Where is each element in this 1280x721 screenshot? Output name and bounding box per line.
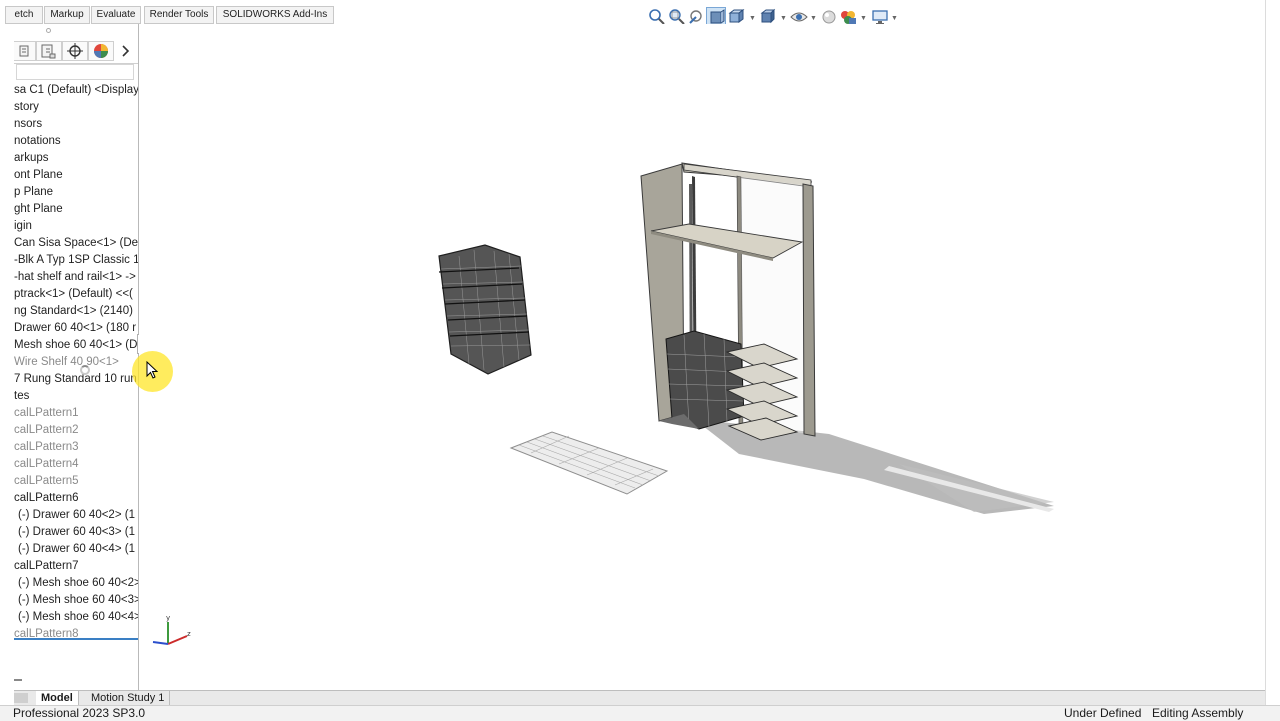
- status-definition: Under Defined: [1064, 706, 1142, 720]
- tab-motion-study-1[interactable]: Motion Study 1: [86, 691, 171, 705]
- configuration-manager-tab[interactable]: [62, 41, 88, 61]
- tab-sketch[interactable]: etch: [5, 6, 43, 24]
- feature-manager-panel: sa C1 (Default) <Display story nsors not…: [14, 24, 139, 690]
- tree-item-mates[interactable]: tes: [14, 388, 29, 405]
- panel-horizontal-scrollbar[interactable]: [14, 679, 22, 681]
- property-manager-tab[interactable]: [36, 41, 62, 61]
- drawer-stack-component[interactable]: [438, 244, 532, 375]
- svg-text:z: z: [187, 630, 191, 638]
- graphics-area[interactable]: y z: [139, 24, 1265, 690]
- tab-evaluate[interactable]: Evaluate: [91, 6, 141, 24]
- axis-triad-icon: y z: [147, 612, 195, 652]
- cabinet-component[interactable]: [640, 162, 816, 441]
- task-pane-edge: [1265, 0, 1280, 720]
- cabinet-baskets: [665, 330, 745, 430]
- tree-item-pattern-instance[interactable]: (-) Drawer 60 40<2> (1: [18, 507, 135, 524]
- tree-item-pattern[interactable]: calLPattern6: [14, 490, 79, 507]
- tree-item-component[interactable]: Mesh shoe 60 40<1> (D: [14, 337, 137, 354]
- tree-filter-input[interactable]: [16, 64, 134, 80]
- tree-item-component[interactable]: ng Standard<1> (2140): [14, 303, 133, 320]
- tree-item-pattern[interactable]: calLPattern7: [14, 558, 79, 575]
- tab-render-tools[interactable]: Render Tools: [144, 6, 214, 24]
- tree-item-root-assembly[interactable]: sa C1 (Default) <Display: [14, 82, 138, 99]
- tree-item-component[interactable]: -hat shelf and rail<1> ->: [14, 269, 136, 286]
- display-manager-tab[interactable]: [88, 41, 114, 61]
- tree-item-component[interactable]: -Blk A Typ 1SP Classic 10: [14, 252, 138, 269]
- caret-down-icon[interactable]: ▼: [749, 15, 756, 22]
- tree-item-right-plane[interactable]: ght Plane: [14, 201, 63, 218]
- tab-model[interactable]: Model: [36, 691, 79, 705]
- tree-item-component-suppressed[interactable]: Wire Shelf 40 90<1>: [14, 354, 119, 371]
- svg-text:y: y: [166, 614, 170, 622]
- tree-item-pattern[interactable]: calLPattern4: [14, 456, 79, 473]
- caret-down-icon[interactable]: ▼: [891, 15, 898, 22]
- tree-item-history[interactable]: story: [14, 99, 39, 116]
- mouse-cursor-icon: [146, 360, 159, 382]
- tree-item-pattern-instance[interactable]: (-) Drawer 60 40<3> (1: [18, 524, 135, 541]
- tree-item-pattern-instance[interactable]: (-) Mesh shoe 60 40<3>: [18, 592, 138, 609]
- tree-item-component[interactable]: 7 Rung Standard 10 run: [14, 371, 137, 388]
- tree-item-component[interactable]: Can Sisa Space<1> (Def: [14, 235, 138, 252]
- panel-grip[interactable]: [46, 28, 51, 33]
- tree-item-markups[interactable]: arkups: [14, 150, 49, 167]
- tree-item-component[interactable]: ptrack<1> (Default) <<(: [14, 286, 133, 303]
- tree-item-front-plane[interactable]: ont Plane: [14, 167, 63, 184]
- tab-markup[interactable]: Markup: [44, 6, 90, 24]
- wire-shelf-component[interactable]: [509, 431, 669, 495]
- panel-tab-bar: [14, 41, 138, 64]
- tree-item-pattern-instance[interactable]: (-) Drawer 60 40<4> (1: [18, 541, 135, 558]
- tree-item-top-plane[interactable]: p Plane: [14, 184, 53, 201]
- caret-down-icon[interactable]: ▼: [780, 15, 787, 22]
- tree-item-pattern[interactable]: calLPattern1: [14, 405, 79, 422]
- command-manager-tabs: etch Markup Evaluate Render Tools SOLIDW…: [0, 0, 1280, 24]
- tree-item-pattern-instance[interactable]: (-) Mesh shoe 60 40<4>: [18, 609, 138, 626]
- assembly-model-view: [438, 162, 1054, 514]
- caret-down-icon[interactable]: ▼: [860, 15, 867, 22]
- tree-item-pattern[interactable]: calLPattern3: [14, 439, 79, 456]
- status-edit-mode: Editing Assembly: [1152, 706, 1244, 720]
- rollback-bar[interactable]: [14, 638, 138, 640]
- tree-item-sensors[interactable]: nsors: [14, 116, 42, 133]
- caret-down-icon[interactable]: ▼: [810, 15, 817, 22]
- tree-item-pattern[interactable]: calLPattern8: [14, 626, 79, 643]
- chevron-right-icon[interactable]: [118, 43, 134, 59]
- tree-item-origin[interactable]: igin: [14, 218, 32, 235]
- model-tabs-bar: Model Motion Study 1: [14, 690, 1265, 705]
- tab-scroll-arrows[interactable]: [14, 693, 28, 703]
- busy-spinner-icon: [80, 365, 90, 375]
- tree-item-pattern-instance[interactable]: (-) Mesh shoe 60 40<2>: [18, 575, 138, 592]
- status-product: Professional 2023 SP3.0: [13, 706, 146, 720]
- feature-manager-tab[interactable]: [14, 41, 36, 61]
- tree-item-component[interactable]: Drawer 60 40<1> (180 r: [14, 320, 136, 337]
- status-bar: Professional 2023 SP3.0 Under Defined Ed…: [0, 705, 1280, 721]
- tree-item-pattern[interactable]: calLPattern2: [14, 422, 79, 439]
- tree-item-pattern[interactable]: calLPattern5: [14, 473, 79, 490]
- tab-solidworks-add-ins[interactable]: SOLIDWORKS Add-Ins: [216, 6, 334, 24]
- tree-item-annotations[interactable]: notations: [14, 133, 61, 150]
